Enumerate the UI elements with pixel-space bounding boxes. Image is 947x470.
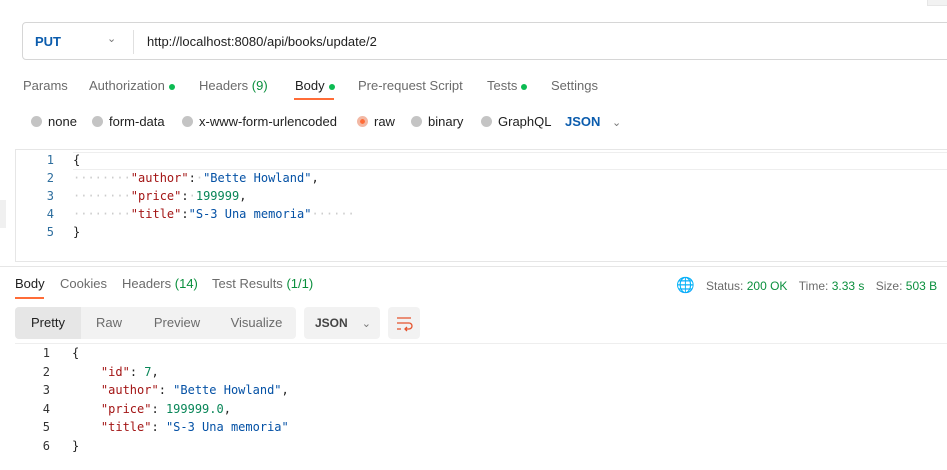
tab-params[interactable]: Params [23, 78, 68, 93]
resp-tab-cookies[interactable]: Cookies [60, 276, 107, 291]
line-numbers: 1 2 3 4 5 [46, 153, 54, 239]
tab-label: Test Results [212, 276, 283, 291]
tab-pre-request-script[interactable]: Pre-request Script [358, 78, 463, 93]
tab-body[interactable]: Body [295, 78, 335, 93]
radio-none[interactable]: none [31, 114, 77, 129]
tab-settings[interactable]: Settings [551, 78, 598, 93]
status-dot [328, 83, 335, 90]
method-select[interactable]: PUT [35, 34, 61, 49]
code-content: { ········"author":·"Bette Howland", ···… [73, 153, 355, 239]
request-body-editor[interactable]: 1 2 3 4 5 { ········"author":·"Bette How… [15, 149, 947, 262]
resp-tab-test-results[interactable]: Test Results (1/1) [212, 276, 313, 291]
chevron-down-icon: ⌄ [612, 117, 622, 129]
radio-selected-icon [357, 116, 368, 127]
url-input[interactable]: http://localhost:8080/api/books/update/2 [147, 34, 377, 49]
radio-urlencoded[interactable]: x-www-form-urlencoded [182, 114, 337, 129]
format-select[interactable]: JSON ⌄ [304, 307, 380, 339]
tab-tests[interactable]: Tests [487, 78, 528, 93]
radio-form-data[interactable]: form-data [92, 114, 165, 129]
radio-binary[interactable]: binary [411, 114, 463, 129]
radio-label: raw [374, 114, 395, 129]
tab-authorization[interactable]: Authorization [89, 78, 175, 93]
resp-tab-headers[interactable]: Headers (14) [122, 276, 198, 291]
radio-circle-icon [31, 116, 42, 127]
response-meta: 🌐 Status: 200 OK Time: 3.33 s Size: 503 … [676, 276, 937, 294]
status-dot [521, 83, 528, 90]
active-tab-underline [294, 98, 334, 100]
chevron-down-icon[interactable]: ⌄ [107, 32, 116, 45]
view-pretty[interactable]: Pretty [15, 307, 81, 339]
tab-label: Tests [487, 78, 518, 93]
view-raw[interactable]: Raw [81, 307, 137, 339]
language-label: JSON [565, 114, 601, 129]
radio-label: GraphQL [498, 114, 552, 129]
tab-label: Headers [199, 78, 249, 93]
tab-label: Headers [122, 276, 172, 291]
divider [0, 266, 947, 267]
radio-circle-icon [182, 116, 193, 127]
view-mode-segmented: Pretty Raw Preview Visualize [15, 307, 296, 339]
view-preview[interactable]: Preview [137, 307, 217, 339]
active-tab-underline [15, 297, 44, 299]
view-visualize[interactable]: Visualize [217, 307, 296, 339]
wrap-lines-icon [397, 317, 413, 332]
tab-label: Authorization [89, 78, 165, 93]
radio-graphql[interactable]: GraphQL [481, 114, 551, 129]
tab-label: Body [295, 78, 325, 93]
language-select[interactable]: JSON ⌄ [565, 114, 621, 129]
left-edge-strip [0, 200, 6, 228]
wrap-lines-button[interactable] [388, 307, 420, 339]
radio-label: binary [428, 114, 464, 129]
line-numbers: 1 2 3 4 5 6 [42, 346, 50, 453]
response-body: { "id": 7, "author": "Bette Howland", "p… [72, 346, 289, 453]
top-right-control [927, 0, 947, 6]
time-label: Time: [798, 279, 829, 293]
radio-circle-icon [92, 116, 103, 127]
size-label: Size: [875, 279, 903, 293]
status-dot [168, 83, 175, 90]
divider [133, 30, 134, 54]
chevron-down-icon: ⌄ [361, 318, 371, 330]
globe-icon[interactable]: 🌐 [676, 277, 695, 294]
format-label: JSON [315, 316, 348, 330]
resp-tab-body[interactable]: Body [15, 276, 45, 291]
radio-label: form-data [109, 114, 165, 129]
status-label: Status: [706, 279, 744, 293]
radio-circle-icon [411, 116, 422, 127]
radio-label: none [48, 114, 77, 129]
tests-count: (1/1) [286, 276, 314, 291]
status-value[interactable]: 200 OK [747, 279, 788, 293]
request-url-bar: PUT ⌄ http://localhost:8080/api/books/up… [22, 22, 947, 60]
radio-raw[interactable]: raw [357, 114, 395, 129]
tab-headers[interactable]: Headers (9) [199, 78, 268, 93]
radio-circle-icon [481, 116, 492, 127]
headers-count: (9) [251, 78, 268, 93]
headers-count: (14) [174, 276, 198, 291]
radio-label: x-www-form-urlencoded [199, 114, 337, 129]
size-value[interactable]: 503 B [906, 279, 937, 293]
time-value[interactable]: 3.33 s [832, 279, 865, 293]
